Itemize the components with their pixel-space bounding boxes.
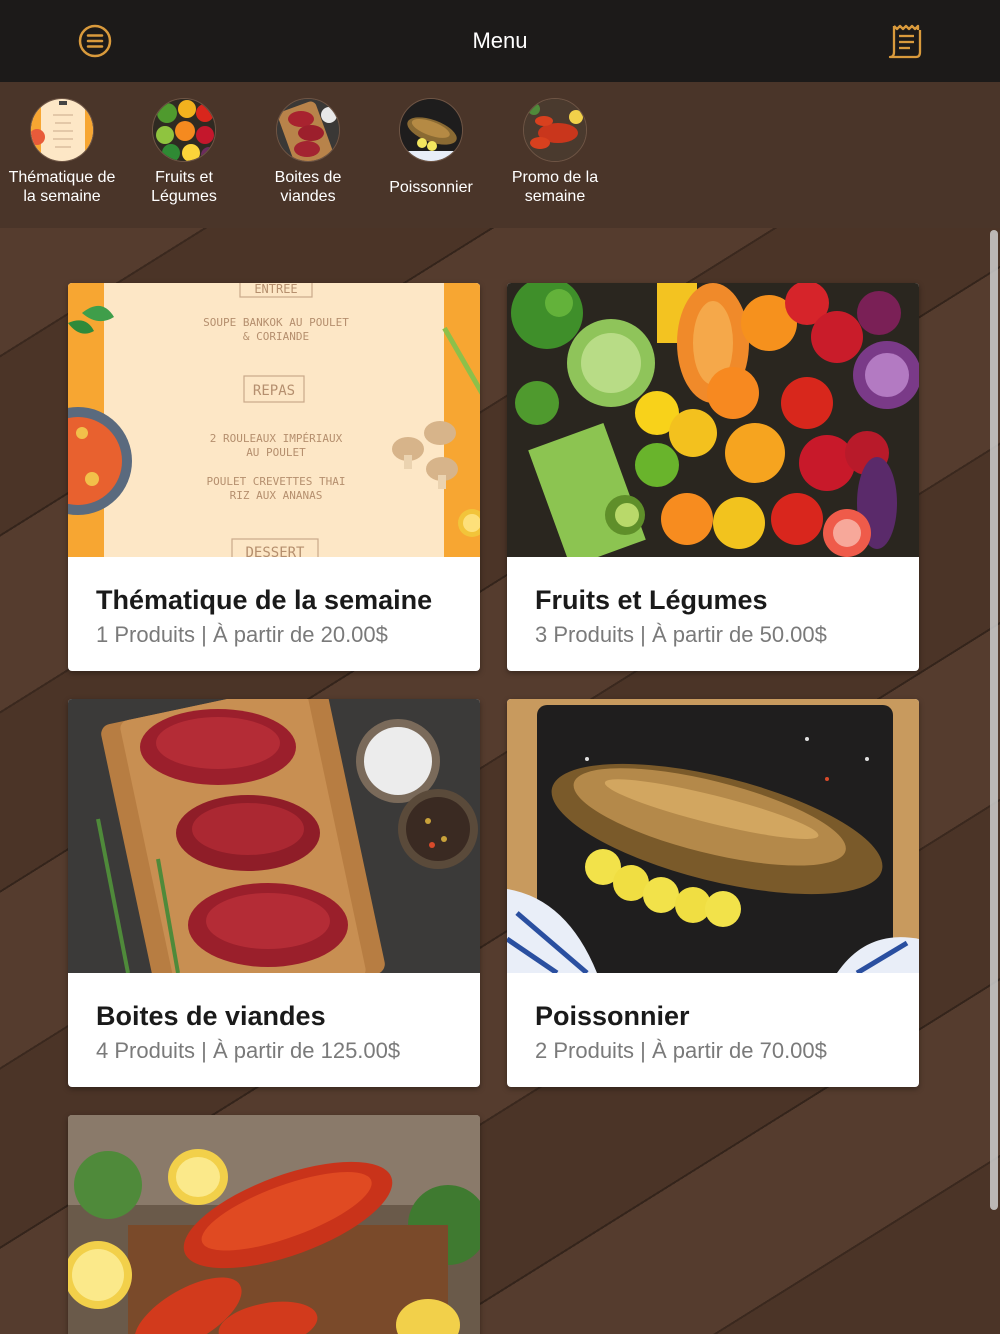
card-viandes[interactable]: Boites de viandes 4 Produits | À partir … — [68, 699, 480, 1087]
menu-dessert-text: DESSERT — [245, 545, 305, 557]
category-label: semaine — [524, 188, 586, 205]
card-image-fish — [507, 699, 919, 973]
card-title: Fruits et Légumes — [535, 585, 768, 615]
category-label: Légumes — [151, 188, 217, 205]
category-label: la semaine — [23, 188, 101, 205]
category-poissonnier[interactable]: Poissonnier — [369, 98, 493, 197]
menu-soup-text: & CORIANDE — [243, 330, 309, 343]
top-app-bar: Menu — [0, 0, 1000, 82]
card-title: Poissonnier — [535, 1001, 690, 1031]
card-image-lobster — [68, 1115, 480, 1334]
menu-card-thumb — [30, 98, 94, 162]
receipt-icon[interactable] — [886, 22, 924, 60]
lobster-thumb — [523, 98, 587, 162]
card-thematique[interactable]: ENTRÉE SOUPE BANKOK AU POULET & CORIANDE… — [68, 283, 480, 671]
card-image-menu: ENTRÉE SOUPE BANKOK AU POULET & CORIANDE… — [68, 283, 480, 557]
category-promo[interactable]: Promo de la semaine — [493, 98, 617, 206]
card-image-meat — [68, 699, 480, 973]
card-fruits-legumes[interactable]: Fruits et Légumes 3 Produits | À partir … — [507, 283, 919, 671]
category-label: Poissonnier — [389, 179, 473, 196]
menu-rolls-text: AU POULET — [246, 446, 306, 459]
card-title: Boites de viandes — [96, 1001, 326, 1031]
category-thematique[interactable]: Thématique de la semaine — [0, 98, 124, 206]
card-subtitle: 4 Produits | À partir de 125.00$ — [96, 1038, 401, 1063]
category-label: Promo de la — [511, 169, 599, 186]
category-label: Thématique de — [8, 169, 116, 186]
card-subtitle: 3 Produits | À partir de 50.00$ — [535, 622, 827, 647]
page-title: Menu — [472, 28, 528, 53]
category-viandes[interactable]: Boites de viandes — [246, 98, 370, 206]
vegetables-thumb — [152, 98, 216, 162]
card-image-vegetables — [507, 283, 919, 557]
menu-repas-text: REPAS — [253, 383, 295, 399]
category-label: Fruits et — [155, 169, 213, 186]
category-fruits-legumes[interactable]: Fruits et Légumes — [122, 98, 246, 206]
card-promo[interactable] — [68, 1115, 480, 1334]
card-subtitle: 2 Produits | À partir de 70.00$ — [535, 1038, 827, 1063]
menu-icon[interactable] — [78, 24, 112, 58]
menu-rolls-text: 2 ROULEAUX IMPÉRIAUX — [210, 432, 343, 445]
scrollbar[interactable] — [990, 230, 998, 1210]
category-strip: Thématique de la semaine Fruits et Légum… — [0, 82, 1000, 228]
card-poissonnier[interactable]: Poissonnier 2 Produits | À partir de 70.… — [507, 699, 919, 1087]
content-area[interactable]: ENTRÉE SOUPE BANKOK AU POULET & CORIANDE… — [0, 228, 1000, 1334]
category-label: Boites de — [274, 169, 342, 186]
card-subtitle: 1 Produits | À partir de 20.00$ — [96, 622, 388, 647]
menu-shrimp-text: POULET CREVETTES THAI — [206, 475, 345, 488]
card-title: Thématique de la semaine — [96, 585, 433, 615]
menu-entree-text: ENTRÉE — [254, 283, 297, 296]
menu-soup-text: SOUPE BANKOK AU POULET — [203, 316, 349, 329]
meat-thumb — [276, 98, 340, 162]
category-label: viandes — [280, 188, 336, 205]
menu-shrimp-text: RIZ AUX ANANAS — [230, 489, 323, 502]
fish-thumb — [399, 98, 463, 162]
